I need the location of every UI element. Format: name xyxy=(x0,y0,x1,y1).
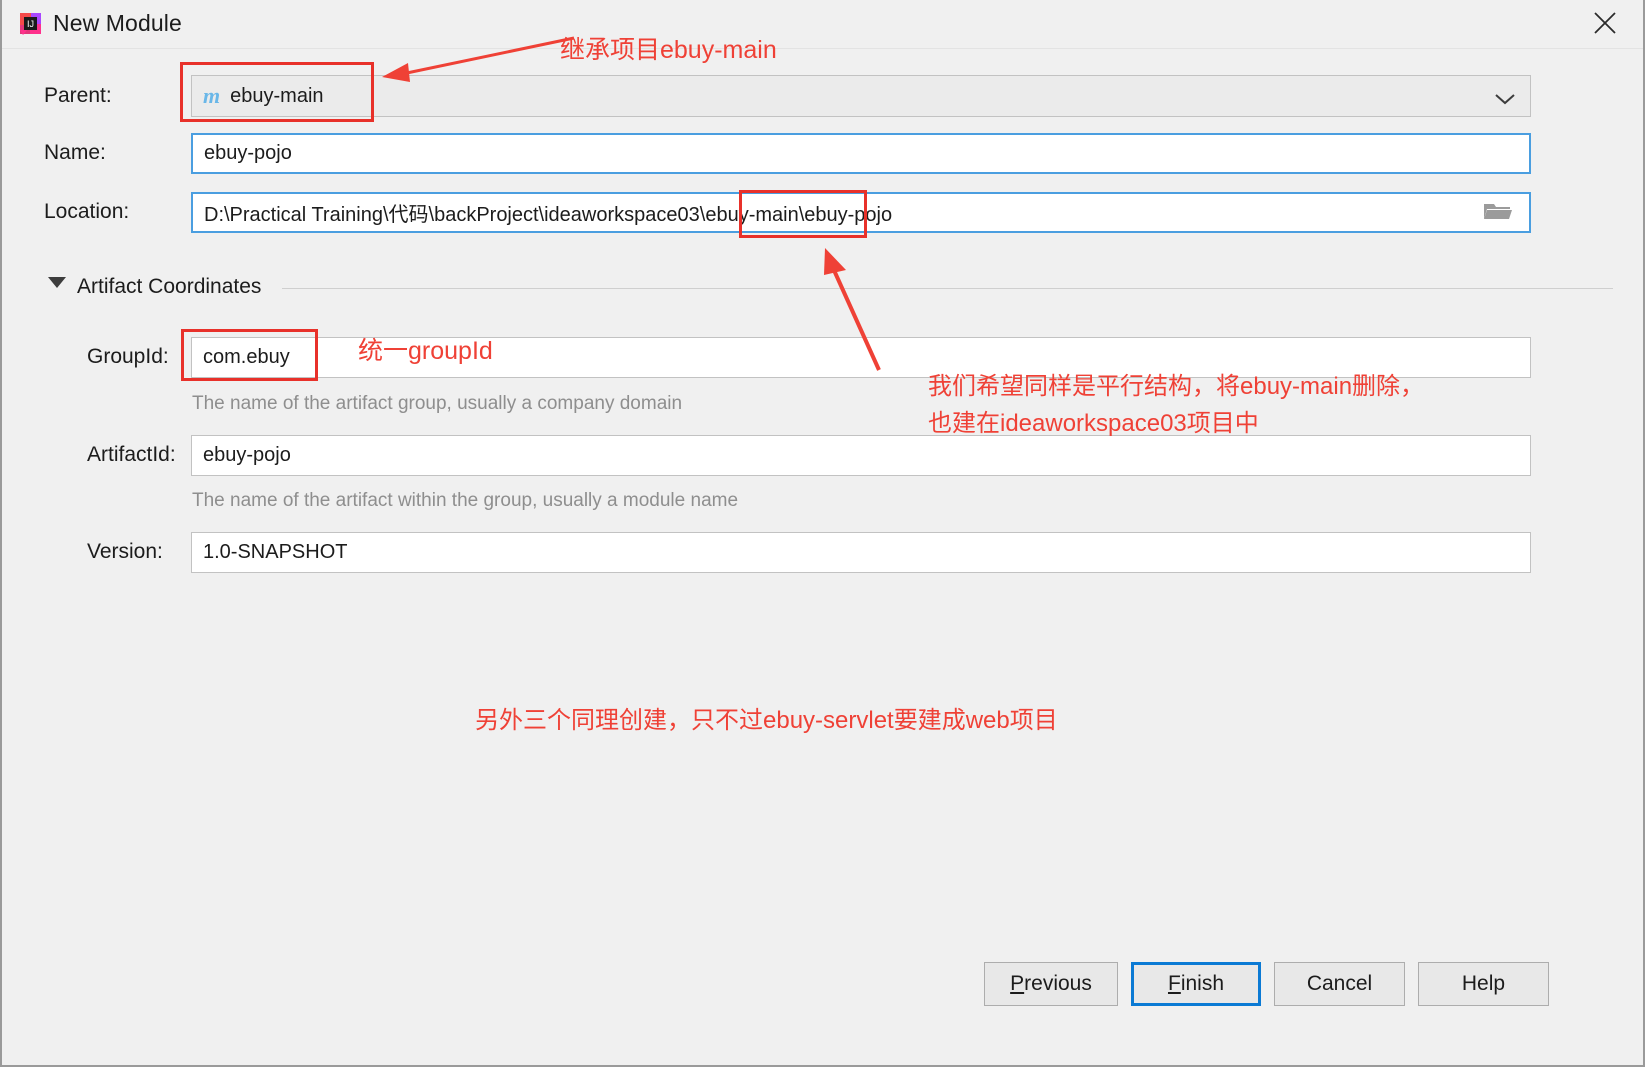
location-annotation-line2: 也建在ideaworkspace03项目中 xyxy=(928,410,1259,437)
name-input[interactable]: ebuy-pojo xyxy=(191,133,1531,174)
artifact-id-input[interactable]: ebuy-pojo xyxy=(191,435,1531,476)
parent-combobox[interactable]: m ebuy-main xyxy=(191,75,1531,117)
parent-value: ebuy-main xyxy=(230,84,324,107)
artifact-id-label: ArtifactId: xyxy=(87,443,176,466)
location-annotation-line1: 我们希望同样是平行结构，将ebuy-main删除， xyxy=(928,373,1425,400)
artifact-id-helper: The name of the artifact within the grou… xyxy=(192,490,739,511)
group-id-label: GroupId: xyxy=(87,345,169,368)
close-icon[interactable] xyxy=(1573,0,1637,46)
bottom-annotation-text: 另外三个同理创建，只不过ebuy-servlet要建成web项目 xyxy=(475,707,1058,734)
previous-button-label: Previous xyxy=(1010,972,1092,995)
triangle-down-icon[interactable] xyxy=(48,277,66,288)
help-button[interactable]: Help xyxy=(1418,962,1549,1006)
parent-annotation-text: 继承项目ebuy-main xyxy=(560,36,777,64)
version-value: 1.0-SNAPSHOT xyxy=(203,541,348,563)
intellij-idea-icon: IJ xyxy=(19,12,42,35)
chevron-down-icon[interactable] xyxy=(1494,89,1516,105)
artifact-id-value: ebuy-pojo xyxy=(203,444,291,466)
title-bar: IJ New Module xyxy=(2,0,1643,49)
window-title: New Module xyxy=(53,10,182,36)
version-input[interactable]: 1.0-SNAPSHOT xyxy=(191,532,1531,573)
finish-button[interactable]: Finish xyxy=(1131,962,1261,1006)
svg-text:IJ: IJ xyxy=(27,19,34,29)
name-label: Name: xyxy=(44,141,106,164)
section-divider xyxy=(282,288,1613,289)
group-id-helper: The name of the artifact group, usually … xyxy=(192,393,683,414)
group-id-annotation-text: 统一groupId xyxy=(358,337,493,365)
new-module-dialog: IJ New Module Parent: m ebuy-main Name: … xyxy=(0,0,1645,1067)
group-id-value: com.ebuy xyxy=(203,346,290,368)
finish-button-label: Finish xyxy=(1167,972,1225,995)
location-label: Location: xyxy=(44,200,130,223)
location-input[interactable]: D:\Practical Training\代码\backProject\ide… xyxy=(191,192,1531,233)
maven-module-icon: m xyxy=(203,83,221,108)
previous-button[interactable]: Previous xyxy=(984,962,1118,1006)
cancel-button[interactable]: Cancel xyxy=(1274,962,1405,1006)
location-value: D:\Practical Training\代码\backProject\ide… xyxy=(204,204,893,226)
version-label: Version: xyxy=(87,540,163,563)
parent-label: Parent: xyxy=(44,84,112,107)
cancel-button-label: Cancel xyxy=(1306,972,1373,995)
help-button-label: Help xyxy=(1461,972,1506,995)
name-value: ebuy-pojo xyxy=(204,142,292,164)
folder-icon[interactable] xyxy=(1483,198,1513,228)
artifact-coordinates-title: Artifact Coordinates xyxy=(77,275,262,298)
